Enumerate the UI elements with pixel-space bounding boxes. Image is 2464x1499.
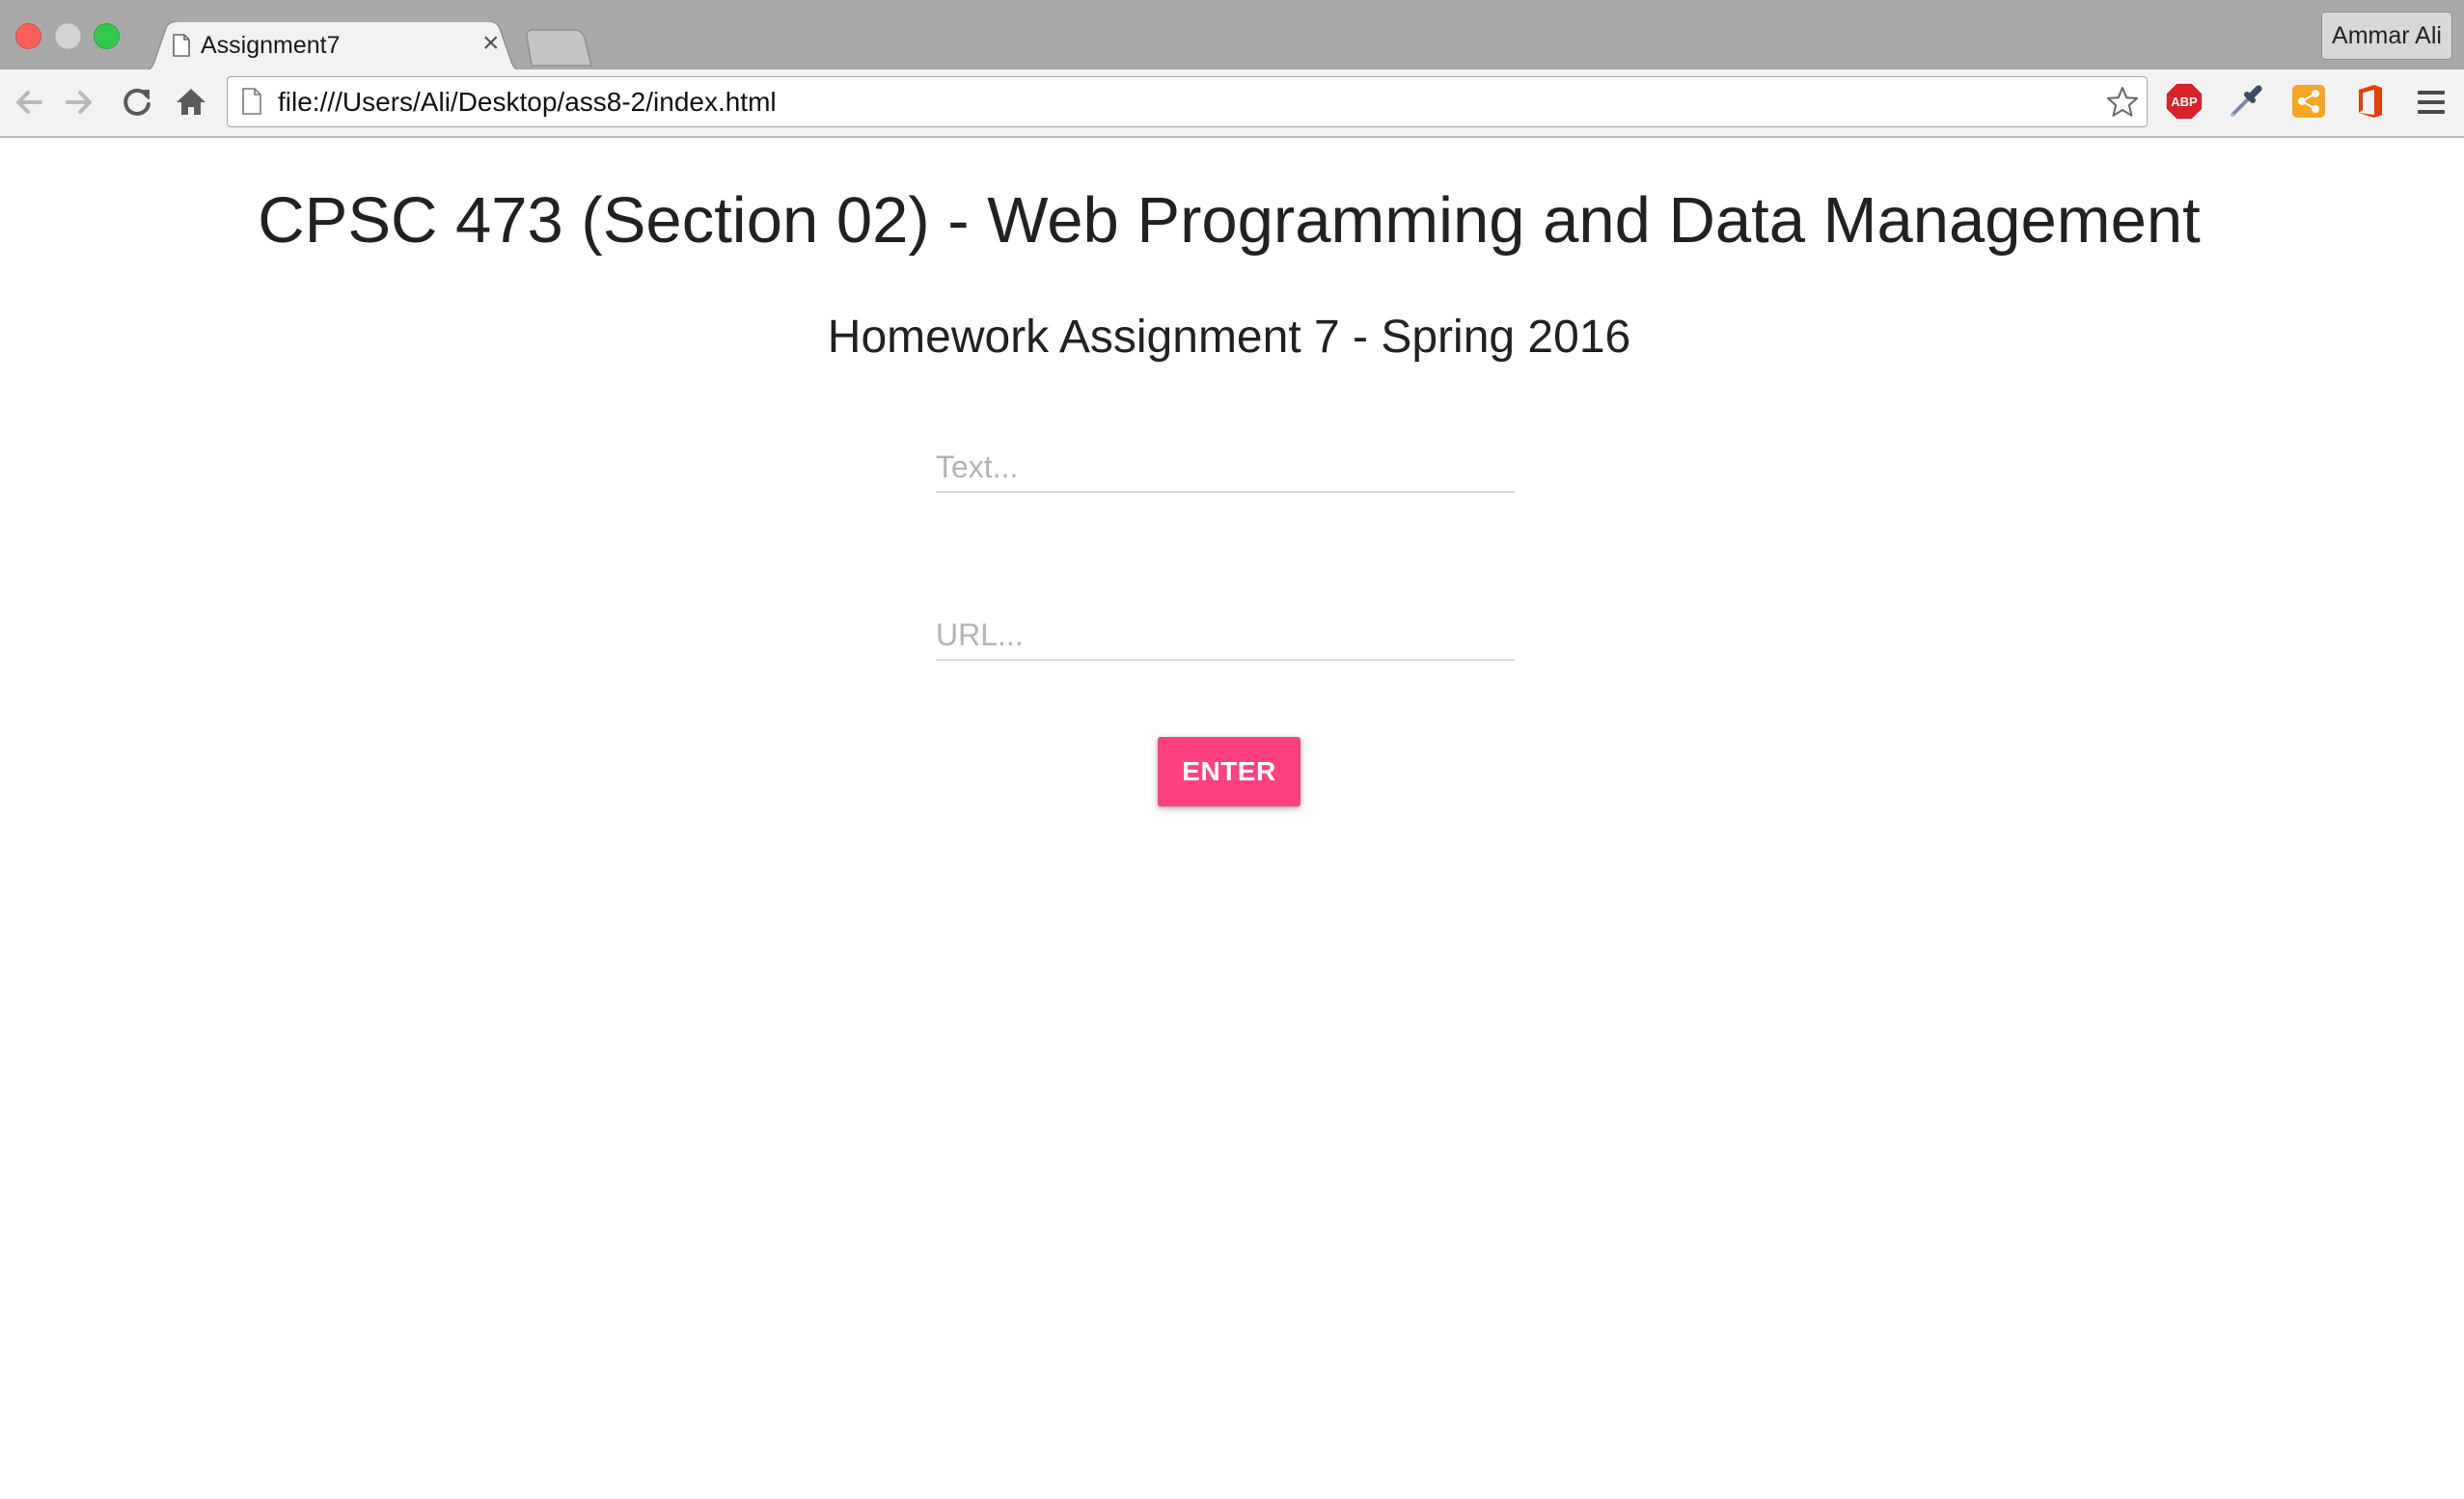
new-tab-button[interactable] <box>526 29 593 72</box>
url-input[interactable] <box>936 611 1515 661</box>
share-extension-icon[interactable] <box>2288 81 2329 126</box>
back-arrow-icon[interactable] <box>10 83 48 126</box>
profile-button[interactable]: Ammar Ali <box>2321 12 2452 60</box>
tab-title: Assignment7 <box>201 32 341 59</box>
adblock-plus-icon[interactable]: ABP <box>2164 81 2204 126</box>
office-icon[interactable] <box>2350 81 2391 126</box>
home-icon[interactable] <box>172 83 210 126</box>
profile-name: Ammar Ali <box>2332 21 2442 49</box>
menu-hamburger-icon[interactable] <box>2412 83 2450 126</box>
text-input[interactable] <box>936 443 1515 493</box>
browser-tab-strip: Assignment7 × Ammar Ali <box>0 0 2464 72</box>
bookmark-star-icon[interactable] <box>2105 85 2140 124</box>
enter-button[interactable]: ENTER <box>1158 737 1300 806</box>
window-maximize-button[interactable] <box>94 23 120 49</box>
url-text[interactable]: file:///Users/Ali/Desktop/ass8-2/index.h… <box>278 87 777 118</box>
tab-close-icon[interactable]: × <box>482 28 500 59</box>
window-minimize-button[interactable] <box>55 23 81 49</box>
page-icon <box>172 34 191 62</box>
adblock-plus-label: ABP <box>2171 95 2198 109</box>
eyedropper-icon[interactable] <box>2226 81 2266 126</box>
forward-arrow-icon[interactable] <box>60 83 98 126</box>
page-icon <box>241 88 262 120</box>
address-bar[interactable]: file:///Users/Ali/Desktop/ass8-2/index.h… <box>227 76 2148 127</box>
reload-icon[interactable] <box>118 83 156 126</box>
page-subtitle: Homework Assignment 7 - Spring 2016 <box>827 312 1631 363</box>
browser-toolbar: file:///Users/Ali/Desktop/ass8-2/index.h… <box>0 69 2464 138</box>
window-close-button[interactable] <box>15 23 41 49</box>
page-title: CPSC 473 (Section 02) - Web Programming … <box>258 184 2201 257</box>
